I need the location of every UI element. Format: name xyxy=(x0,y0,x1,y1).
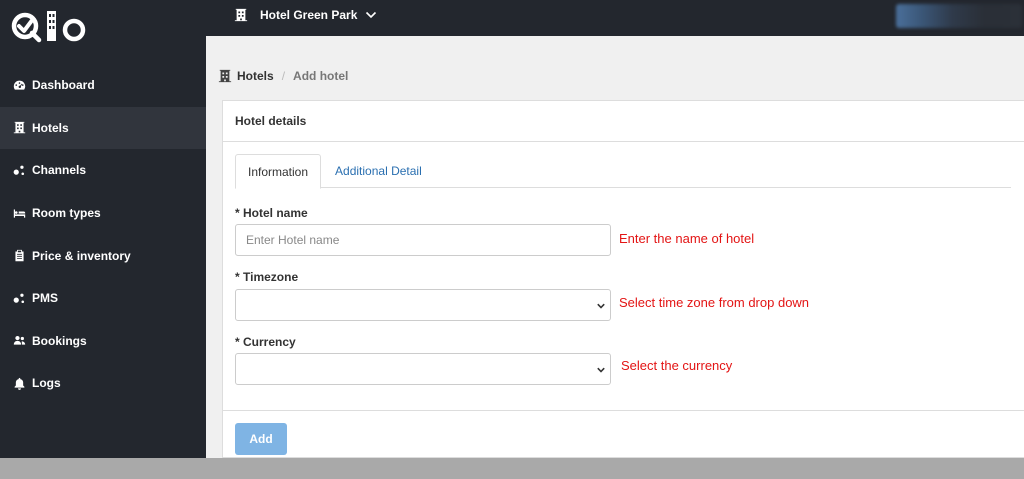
breadcrumb-hotels-link[interactable]: Hotels xyxy=(237,69,274,83)
hotel-name-label: * Hotel name xyxy=(235,206,308,220)
hotel-name-hint: Enter the name of hotel xyxy=(619,231,755,246)
bell-icon xyxy=(12,376,26,390)
sidebar-item-label: Dashboard xyxy=(32,78,95,93)
currency-label: * Currency xyxy=(235,335,296,349)
sidebar-item-room-types[interactable]: Room types xyxy=(0,192,206,235)
user-menu[interactable] xyxy=(896,4,1022,28)
hotel-switcher[interactable]: Hotel Green Park xyxy=(234,8,377,22)
topbar: Hotel Green Park xyxy=(206,0,1024,36)
clipboard-icon xyxy=(12,249,26,263)
card-footer: Add xyxy=(223,410,1024,460)
dashboard-icon xyxy=(12,78,26,92)
tab-additional-detail[interactable]: Additional Detail xyxy=(321,154,434,188)
sidebar-item-label: Channels xyxy=(32,163,87,178)
hotel-icon xyxy=(218,69,232,83)
channels-icon xyxy=(12,163,26,177)
hotel-switcher-label: Hotel Green Park xyxy=(260,8,358,22)
users-icon xyxy=(12,334,26,348)
sidebar-item-hotels[interactable]: Hotels xyxy=(0,106,206,150)
sidebar-nav: Dashboard Hotels Channels Room types Pri… xyxy=(0,64,206,405)
sidebar-item-label: Logs xyxy=(32,376,61,391)
currency-select[interactable] xyxy=(235,353,611,385)
chevron-down-icon xyxy=(366,11,377,19)
tab-bar: Information Additional Detail xyxy=(235,154,1011,189)
sidebar-item-label: Hotels xyxy=(32,120,69,135)
chevron-down-icon xyxy=(597,303,605,309)
sidebar-item-bookings[interactable]: Bookings xyxy=(0,320,206,363)
card-title: Hotel details xyxy=(223,101,1024,142)
bed-icon xyxy=(12,206,26,220)
sidebar-item-price-inventory[interactable]: Price & inventory xyxy=(0,234,206,277)
hotel-icon xyxy=(12,121,26,135)
add-button[interactable]: Add xyxy=(235,423,287,455)
sidebar-item-label: Bookings xyxy=(32,333,87,348)
breadcrumb: Hotels / Add hotel xyxy=(218,66,348,86)
app-logo[interactable] xyxy=(10,8,92,48)
sidebar-item-label: Price & inventory xyxy=(32,248,131,263)
timezone-label: * Timezone xyxy=(235,270,299,284)
timezone-select[interactable] xyxy=(235,289,611,321)
sidebar: Dashboard Hotels Channels Room types Pri… xyxy=(0,0,206,458)
sidebar-item-channels[interactable]: Channels xyxy=(0,149,206,192)
breadcrumb-separator: / xyxy=(281,69,286,83)
sidebar-item-logs[interactable]: Logs xyxy=(0,362,206,405)
tab-information[interactable]: Information xyxy=(235,154,322,189)
sidebar-item-pms[interactable]: PMS xyxy=(0,277,206,320)
pms-icon xyxy=(12,291,26,305)
sidebar-item-dashboard[interactable]: Dashboard xyxy=(0,64,206,107)
breadcrumb-current: Add hotel xyxy=(293,69,349,83)
currency-hint: Select the currency xyxy=(621,358,733,373)
sidebar-item-label: PMS xyxy=(32,291,59,306)
hotel-icon xyxy=(234,8,248,22)
hotel-name-input[interactable] xyxy=(235,224,611,256)
timezone-hint: Select time zone from drop down xyxy=(619,295,810,310)
chevron-down-icon xyxy=(597,367,605,373)
sidebar-item-label: Room types xyxy=(32,206,101,221)
hotel-details-card: Hotel details Information Additional Det… xyxy=(222,100,1024,458)
main-content: Hotels / Add hotel Hotel details Informa… xyxy=(206,36,1024,458)
